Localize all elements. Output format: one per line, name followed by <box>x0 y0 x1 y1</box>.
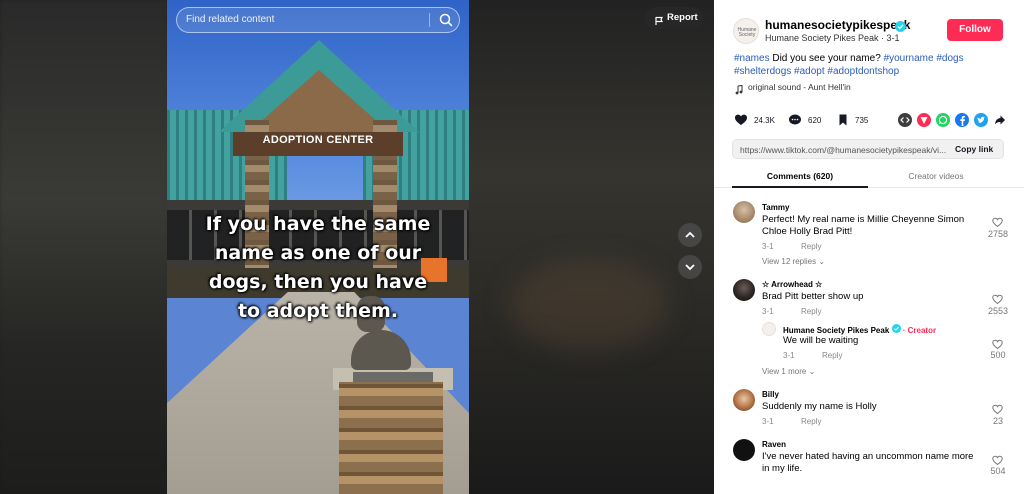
search-bar[interactable]: Find related content <box>176 7 460 33</box>
search-divider <box>429 13 430 27</box>
commenter-name[interactable]: Billy <box>762 390 779 399</box>
creator-reply-text: We will be waiting <box>783 335 859 346</box>
report-label: Report <box>667 12 698 23</box>
chevron-up-icon <box>685 231 695 238</box>
hashtag-link[interactable]: #adoptdontshop <box>827 66 899 77</box>
heart-icon <box>735 114 747 125</box>
follow-button[interactable]: Follow <box>947 19 1003 41</box>
adoption-center-sign: ADOPTION CENTER <box>262 134 374 146</box>
creator-badge: · Creator <box>902 326 937 335</box>
blurred-background-left <box>0 0 167 494</box>
hashtag-link[interactable]: #shelterdogs <box>734 66 791 77</box>
video-url[interactable]: https://www.tiktok.com/@humanesocietypik… <box>740 145 950 155</box>
flag-icon <box>654 13 664 31</box>
verified-icon <box>891 324 903 335</box>
report-button[interactable]: Report <box>645 7 703 29</box>
comment-date: 3-1 <box>762 242 774 251</box>
video-stage: ADOPTION CENTER If you have the same nam… <box>0 0 714 494</box>
statue-base <box>339 382 443 494</box>
author-avatar[interactable]: Humane Society <box>733 18 759 44</box>
blurred-background-right <box>469 0 714 494</box>
comment-text: Perfect! My real name is Millie Cheyenne… <box>762 214 965 237</box>
video-player[interactable]: ADOPTION CENTER If you have the same nam… <box>167 0 469 494</box>
comment-reply-button[interactable]: Reply <box>801 417 821 426</box>
comment-reply-button[interactable]: Reply <box>801 307 821 316</box>
comment-text: Suddenly my name is Holly <box>762 401 877 412</box>
commenter-avatar[interactable] <box>733 201 755 223</box>
comment-text: I've never hated having an uncommon name… <box>762 451 974 474</box>
comment-date: 3-1 <box>762 417 774 426</box>
commenter-name[interactable]: Raven <box>762 440 786 449</box>
hashtag-link[interactable]: #names <box>734 53 770 64</box>
comment-like-count: 500 <box>990 350 1006 360</box>
video-link-box: https://www.tiktok.com/@humanesocietypik… <box>732 139 1004 159</box>
creator-reply-reply-button[interactable]: Reply <box>822 351 842 360</box>
comment-like-count: 2758 <box>987 229 1009 239</box>
tab-comments[interactable]: Comments (620) <box>732 171 868 181</box>
active-tab-indicator <box>732 186 868 188</box>
view-more-label: View 1 more <box>762 367 807 376</box>
comment-bubble-icon <box>789 114 801 125</box>
like-count: 24.3K <box>754 116 775 125</box>
whatsapp-icon[interactable] <box>936 113 950 127</box>
commenter-name[interactable]: Tammy <box>762 203 789 212</box>
video-caption: If you have the same name as one of our … <box>205 213 431 322</box>
music-note-icon <box>734 82 744 100</box>
copy-link-button[interactable]: Copy link <box>955 144 993 154</box>
hashtag-link[interactable]: #dogs <box>936 53 963 64</box>
comment-like-count: 2553 <box>987 306 1009 316</box>
view-replies-button[interactable]: View 12 replies ⌄ <box>762 257 825 266</box>
like-button[interactable] <box>734 113 748 127</box>
search-placeholder[interactable]: Find related content <box>186 14 274 25</box>
friends-icon[interactable] <box>917 113 931 127</box>
comment-date: 3-1 <box>762 307 774 316</box>
tab-creator-videos[interactable]: Creator videos <box>868 171 1004 181</box>
view-replies-label: View 12 replies <box>762 257 817 266</box>
commenter-avatar[interactable] <box>733 439 755 461</box>
facebook-icon[interactable] <box>955 113 969 127</box>
hashtag-link[interactable]: #adopt <box>794 66 825 77</box>
video-description: #names Did you see your name? #yourname … <box>734 52 1004 78</box>
creator-reply-avatar[interactable] <box>762 322 776 336</box>
comment-text: Brad Pitt better show up <box>762 291 864 302</box>
comment-count: 620 <box>808 116 822 125</box>
previous-video-button[interactable] <box>678 223 702 247</box>
comment-button[interactable] <box>788 113 802 127</box>
chevron-down-icon <box>685 264 695 271</box>
description-text: Did you see your name? <box>769 53 884 64</box>
search-icon[interactable] <box>438 12 454 33</box>
music-title[interactable]: original sound - Aunt Hell'in <box>748 82 851 92</box>
video-gable-inner <box>249 70 389 132</box>
commenter-name[interactable]: ☆ Arrowhead ☆ <box>762 280 822 289</box>
author-nickname-date: Humane Society Pikes Peak · 3-1 <box>765 33 900 43</box>
comment-reply-button[interactable]: Reply <box>801 242 821 251</box>
chevron-down-icon: ⌄ <box>818 257 826 266</box>
save-count: 735 <box>855 116 869 125</box>
author-avatar-logo: Humane Society <box>737 27 757 38</box>
twitter-icon[interactable] <box>974 113 988 127</box>
creator-reply-date: 3-1 <box>783 351 795 360</box>
next-video-button[interactable] <box>678 255 702 279</box>
view-more-replies-button[interactable]: View 1 more ⌄ <box>762 367 815 376</box>
statue-plaque <box>353 372 433 382</box>
embed-icon[interactable] <box>898 113 912 127</box>
share-arrow-icon[interactable] <box>993 113 1007 127</box>
creator-reply-username: Humane Society Pikes Peak <box>783 326 890 335</box>
commenter-avatar[interactable] <box>733 279 755 301</box>
comment-like-count: 23 <box>992 416 1003 426</box>
chevron-down-icon: ⌄ <box>808 367 816 376</box>
creator-reply-name[interactable]: Humane Society Pikes Peak · Creator <box>783 324 936 335</box>
comment-like-count: 504 <box>990 466 1006 476</box>
hashtag-link[interactable]: #yourname <box>884 53 934 64</box>
save-button[interactable] <box>836 113 850 127</box>
author-username[interactable]: humanesocietypikespeak <box>765 18 910 32</box>
commenter-avatar[interactable] <box>733 389 755 411</box>
bookmark-icon <box>839 114 847 126</box>
